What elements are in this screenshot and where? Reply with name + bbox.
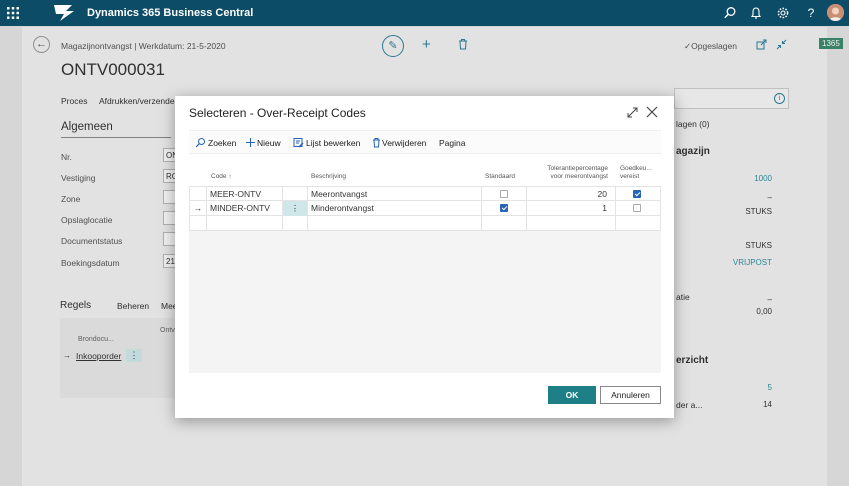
over-receipt-dialog: Selecteren - Over-Receipt Codes Zoeken N… xyxy=(175,96,674,418)
cancel-button[interactable]: Annuleren xyxy=(600,386,661,404)
edit-list-label: Lijst bewerken xyxy=(306,138,361,148)
col-header-tolerantie-1[interactable]: Tolerantiepercentage xyxy=(538,165,608,173)
col-header-goedkeuring-1[interactable]: Goedkeu... xyxy=(620,165,652,173)
page-menu-label: Pagina xyxy=(439,138,466,148)
plus-icon xyxy=(246,138,255,147)
gear-icon[interactable] xyxy=(776,6,790,20)
col-header-code[interactable]: Code ↑ xyxy=(211,173,232,181)
delete-label: Verwijderen xyxy=(382,138,427,148)
delete-button[interactable]: Verwijderen xyxy=(371,138,426,148)
row-indicator xyxy=(189,216,207,231)
col-header-standaard[interactable]: Standaard xyxy=(485,173,515,181)
edit-list-button[interactable]: Lijst bewerken xyxy=(293,138,360,148)
checkbox-standaard[interactable] xyxy=(500,190,508,198)
table-row[interactable]: MEER-ONTV Meerontvangst 20 xyxy=(189,186,661,202)
search-button[interactable]: Zoeken xyxy=(195,138,236,148)
app-launcher-icon[interactable] xyxy=(6,6,20,20)
help-icon[interactable]: ? xyxy=(804,6,818,20)
row-indicator xyxy=(189,187,207,202)
checkbox-standaard[interactable] xyxy=(500,204,508,212)
expand-icon[interactable] xyxy=(627,107,638,118)
avatar[interactable] xyxy=(827,4,844,21)
close-icon[interactable] xyxy=(646,106,658,118)
cell-code[interactable] xyxy=(207,216,283,231)
new-button[interactable]: Nieuw xyxy=(245,138,281,148)
search-icon[interactable] xyxy=(723,6,737,20)
cell-tolerantie[interactable]: 1 xyxy=(527,201,616,216)
cell-beschrijving[interactable] xyxy=(308,216,482,231)
cell-code[interactable]: MEER-ONTV xyxy=(207,187,283,202)
cell-goedkeuring xyxy=(616,216,661,231)
col-header-beschrijving[interactable]: Beschrijving xyxy=(311,173,346,181)
cell-beschrijving[interactable]: Minderontvangst xyxy=(308,201,482,216)
col-header-goedkeuring-2: vereist xyxy=(620,173,640,180)
cell-beschrijving[interactable]: Meerontvangst xyxy=(308,187,482,202)
checkbox-goedkeuring[interactable] xyxy=(633,190,641,198)
dialog-toolbar: Zoeken Nieuw Lijst bewerken Verwijderen … xyxy=(189,130,661,154)
dialog-title: Selecteren - Over-Receipt Codes xyxy=(189,106,366,120)
trash-icon xyxy=(373,138,380,148)
row-menu-icon[interactable]: ⋮ xyxy=(283,201,308,216)
cell-menu xyxy=(283,216,308,231)
dynamics-logo-icon[interactable] xyxy=(52,3,76,23)
top-bar: Dynamics 365 Business Central ? xyxy=(0,0,849,26)
table-empty-area xyxy=(189,231,661,373)
search-button-label: Zoeken xyxy=(208,138,237,148)
cell-menu xyxy=(283,187,308,202)
table-row-empty[interactable] xyxy=(189,216,661,231)
cell-goedkeuring xyxy=(616,187,661,202)
cell-goedkeuring xyxy=(616,201,661,216)
search-icon xyxy=(195,138,205,148)
cell-code[interactable]: MINDER-ONTV xyxy=(207,201,283,216)
cell-tolerantie[interactable] xyxy=(527,216,616,231)
cell-tolerantie[interactable]: 20 xyxy=(527,187,616,202)
app-title: Dynamics 365 Business Central xyxy=(87,7,254,19)
cell-standaard xyxy=(482,216,527,231)
page-menu-button[interactable]: Pagina xyxy=(439,138,465,148)
bell-icon[interactable] xyxy=(749,6,763,20)
cell-standaard xyxy=(482,187,527,202)
new-button-label: Nieuw xyxy=(257,138,281,148)
edit-list-icon xyxy=(293,138,304,148)
table-row[interactable]: → MINDER-ONTV ⋮ Minderontvangst 1 xyxy=(189,201,661,216)
col-header-tolerantie-2: voor meerontvangst xyxy=(550,173,608,180)
cell-standaard xyxy=(482,201,527,216)
checkbox-goedkeuring[interactable] xyxy=(633,204,641,212)
ok-button[interactable]: OK xyxy=(548,386,596,404)
row-arrow-icon: → xyxy=(189,201,207,216)
